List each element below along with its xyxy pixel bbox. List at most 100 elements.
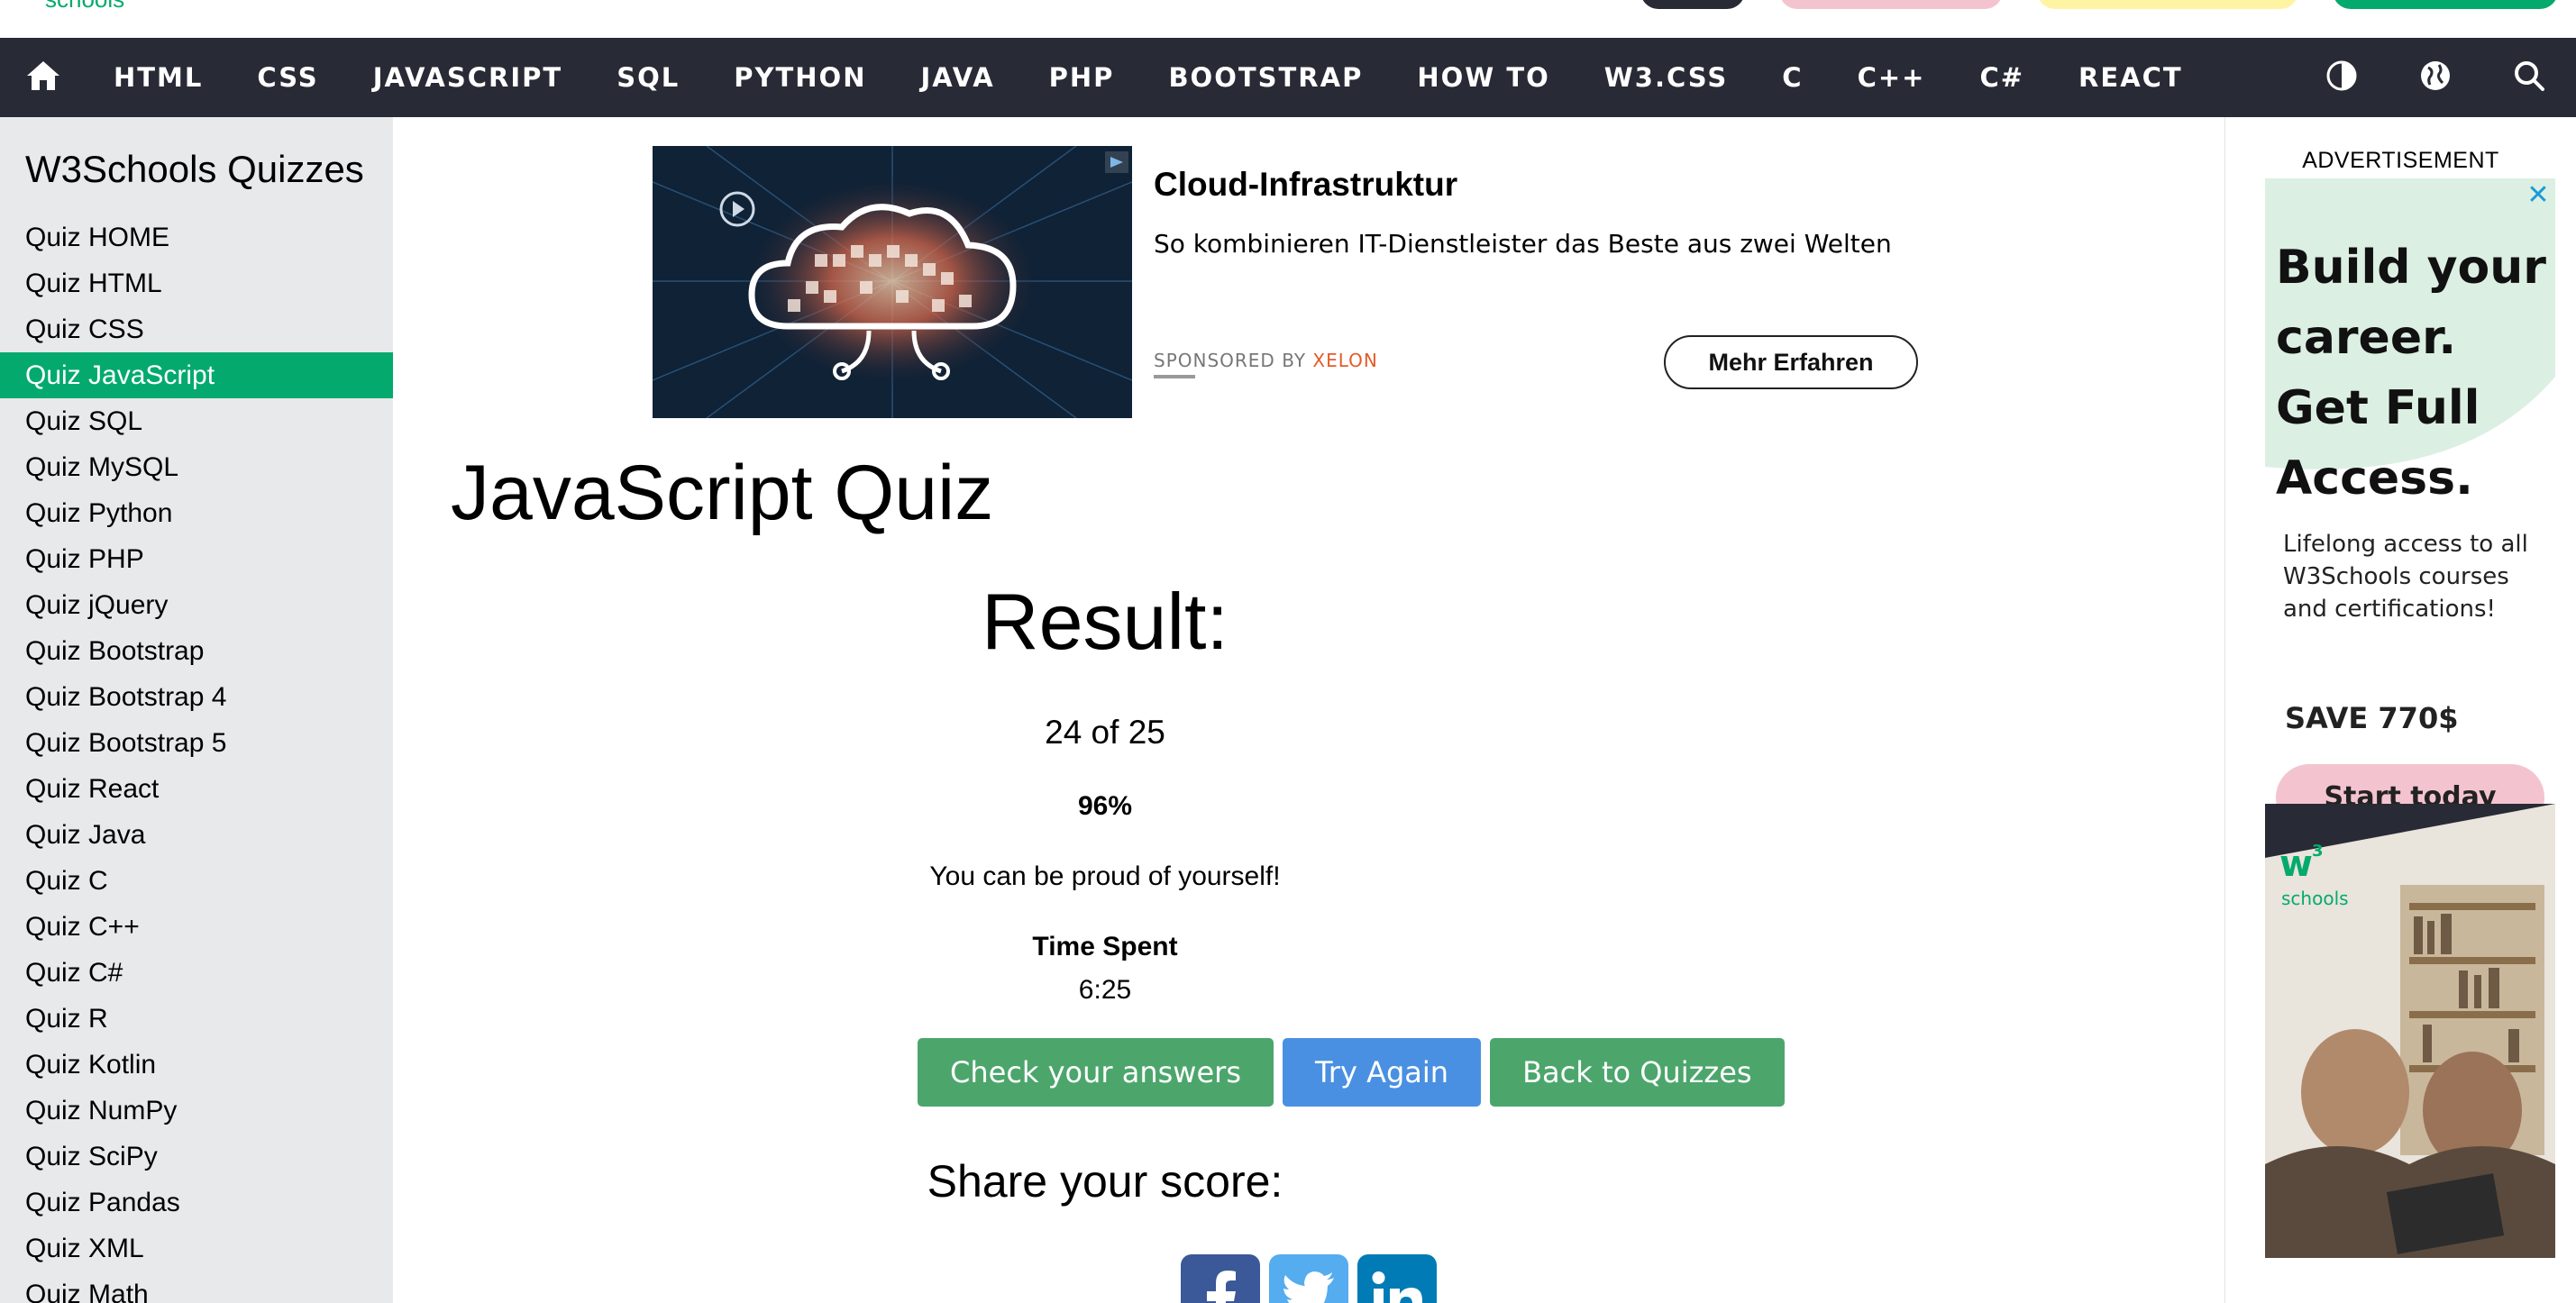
check-answers-button[interactable]: Check your answers xyxy=(918,1038,1274,1107)
result-heading: Result: xyxy=(982,577,1229,666)
nav-item-sql[interactable]: SQL xyxy=(589,38,707,117)
sidebar-item-quiz-bootstrap-4[interactable]: Quiz Bootstrap 4 xyxy=(0,674,393,720)
quiz-sidebar: W3Schools Quizzes Quiz HOME Quiz HTML Quiz… xyxy=(0,117,393,1303)
globe-icon xyxy=(2419,59,2452,96)
contrast-icon xyxy=(2325,59,2358,96)
theme-toggle-button[interactable] xyxy=(2295,38,2389,117)
nav-item-how-to[interactable]: HOW TO xyxy=(1390,38,1576,117)
nav-item-bootstrap[interactable]: BOOTSTRAP xyxy=(1141,38,1390,117)
sidebar-item-quiz-react[interactable]: Quiz React xyxy=(0,766,393,812)
sidebar-item-quiz-css[interactable]: Quiz CSS xyxy=(0,306,393,352)
nav-item-react[interactable]: REACT xyxy=(2051,38,2210,117)
nav-item-c[interactable]: C# xyxy=(1952,38,2051,117)
praise-message: You can be proud of yourself! xyxy=(929,861,1281,891)
side-ad-save: SAVE 770$ xyxy=(2285,701,2459,735)
advertisement-label: ADVERTISEMENT xyxy=(2302,148,2499,173)
sidebar-list: Quiz HOME Quiz HTML Quiz CSS Quiz JavaScrip… xyxy=(0,214,393,1303)
sidebar-item-quiz-python[interactable]: Quiz Python xyxy=(0,490,393,536)
ad-sponsor: SPONSORED BY XELON xyxy=(1154,350,1378,371)
header-pill-yellow[interactable] xyxy=(2037,0,2298,9)
sidebar-item-quiz-php[interactable]: Quiz PHP xyxy=(0,536,393,582)
sidebar-item-quiz-kotlin[interactable]: Quiz Kotlin xyxy=(0,1042,393,1088)
sidebar-item-quiz-home[interactable]: Quiz HOME xyxy=(0,214,393,260)
start-today-button[interactable]: Start today xyxy=(2276,764,2544,809)
side-ad-text: Lifelong access to all W3Schools courses… xyxy=(2283,531,2528,623)
ad-cta-button[interactable]: Mehr Erfahren xyxy=(1664,335,1918,389)
sidebar-item-quiz-numpy[interactable]: Quiz NumPy xyxy=(0,1088,393,1134)
nav-tools xyxy=(2295,38,2576,117)
nav-item-javascript[interactable]: JAVASCRIPT xyxy=(346,38,590,117)
twitter-icon xyxy=(1282,1271,1336,1303)
result-panel: Result: 24 of 25 96% You can be proud of… xyxy=(393,568,1817,1006)
sidebar-item-quiz-xml[interactable]: Quiz XML xyxy=(0,1226,393,1271)
sidebar-item-quiz-jquery[interactable]: Quiz jQuery xyxy=(0,582,393,628)
sidebar-item-quiz-scipy[interactable]: Quiz SciPy xyxy=(0,1134,393,1180)
search-icon xyxy=(2513,59,2545,96)
nav-item-python[interactable]: PYTHON xyxy=(707,38,893,117)
header-pill-dark[interactable] xyxy=(1640,0,1745,9)
sidebar-item-quiz-math[interactable]: Quiz Math xyxy=(0,1271,393,1303)
sidebar-item-quiz-c-[interactable]: Quiz C++ xyxy=(0,904,393,950)
nav-menu: HTML CSS JAVASCRIPT SQL PYTHON JAVA PHP BOOTSTR… xyxy=(87,38,2210,117)
sidebar-item-quiz-r[interactable]: Quiz R xyxy=(0,996,393,1042)
side-advertisement-photo[interactable]: w 3 schools xyxy=(2265,804,2555,1258)
nav-item-html[interactable]: HTML xyxy=(87,38,230,117)
top-advertisement[interactable]: Cloud-Infrastruktur So kombinieren IT-Di… xyxy=(653,146,1932,418)
top-strip: schools xyxy=(0,0,2576,38)
sidebar-item-quiz-bootstrap-5[interactable]: Quiz Bootstrap 5 xyxy=(0,720,393,766)
sidebar-item-quiz-java[interactable]: Quiz Java xyxy=(0,812,393,858)
home-icon xyxy=(25,59,61,96)
nav-item-css[interactable]: CSS xyxy=(230,38,345,117)
close-icon[interactable]: ✕ xyxy=(2523,180,2553,211)
try-again-button[interactable]: Try Again xyxy=(1282,1038,1482,1107)
svg-text:3: 3 xyxy=(2312,842,2324,861)
nav-item-w3-css[interactable]: W3.CSS xyxy=(1577,38,1755,117)
score-text: 24 of 25 xyxy=(1045,714,1165,751)
side-ad-headline: Build your career. Get Full Access. xyxy=(2276,241,2546,506)
sidebar-item-quiz-pandas[interactable]: Quiz Pandas xyxy=(0,1180,393,1226)
header-pill-green[interactable] xyxy=(2333,0,2558,9)
sidebar-item-quiz-c[interactable]: Quiz C xyxy=(0,858,393,904)
ad-divider xyxy=(1154,375,1195,378)
sidebar-item-quiz-javascript[interactable]: Quiz JavaScript xyxy=(0,352,393,398)
facebook-icon xyxy=(1202,1271,1238,1303)
side-advertisement[interactable]: ✕ Build your career. Get Full Access. Li… xyxy=(2265,178,2555,809)
nav-item-php[interactable]: PHP xyxy=(1022,38,1142,117)
time-spent-label: Time Spent xyxy=(1032,932,1178,961)
share-heading: Share your score: xyxy=(927,1156,1283,1207)
header-pill-pink[interactable] xyxy=(1779,0,2003,9)
sidebar-item-quiz-mysql[interactable]: Quiz MySQL xyxy=(0,444,393,490)
sidebar-item-quiz-bootstrap[interactable]: Quiz Bootstrap xyxy=(0,628,393,674)
time-spent-value: 6:25 xyxy=(1078,975,1132,1005)
sidebar-title: W3Schools Quizzes xyxy=(25,148,364,190)
w3schools-logo[interactable]: schools xyxy=(45,0,124,14)
language-button[interactable] xyxy=(2389,38,2482,117)
nav-item-java[interactable]: JAVA xyxy=(893,38,1021,117)
ad-description: So kombinieren IT-Dienstleister das Best… xyxy=(1154,229,1892,259)
twitter-share-button[interactable] xyxy=(1269,1254,1348,1303)
facebook-share-button[interactable] xyxy=(1181,1254,1260,1303)
sidebar-item-quiz-html[interactable]: Quiz HTML xyxy=(0,260,393,306)
right-ad-column: ADVERTISEMENT ✕ Build your career. Get F… xyxy=(2224,117,2576,1303)
linkedin-icon xyxy=(1372,1271,1422,1303)
main-content: Cloud-Infrastruktur So kombinieren IT-Di… xyxy=(393,117,2224,1303)
ad-sponsor-brand[interactable]: XELON xyxy=(1312,350,1377,371)
score-percent: 96% xyxy=(1077,791,1133,821)
ad-title[interactable]: Cloud-Infrastruktur xyxy=(1154,166,1457,204)
svg-text:schools: schools xyxy=(2281,888,2349,909)
nav-item-c[interactable]: C xyxy=(1755,38,1830,117)
result-actions: Check your answers Try Again Back to Qui… xyxy=(918,1038,1785,1107)
back-to-quizzes-button[interactable]: Back to Quizzes xyxy=(1490,1038,1785,1107)
ad-cloud-image[interactable] xyxy=(653,146,1132,418)
share-buttons xyxy=(1181,1254,1437,1303)
sidebar-item-quiz-c-[interactable]: Quiz C# xyxy=(0,950,393,996)
linkedin-share-button[interactable] xyxy=(1357,1254,1437,1303)
ad-sponsored-prefix: SPONSORED BY xyxy=(1154,350,1307,371)
svg-text:w: w xyxy=(2279,843,2313,885)
search-button[interactable] xyxy=(2482,38,2576,117)
home-button[interactable] xyxy=(0,38,87,117)
page-title: JavaScript Quiz xyxy=(451,450,994,536)
nav-item-c[interactable]: C++ xyxy=(1831,38,1953,117)
sidebar-item-quiz-sql[interactable]: Quiz SQL xyxy=(0,398,393,444)
top-navbar: HTML CSS JAVASCRIPT SQL PYTHON JAVA PHP BOOTSTR… xyxy=(0,38,2576,117)
